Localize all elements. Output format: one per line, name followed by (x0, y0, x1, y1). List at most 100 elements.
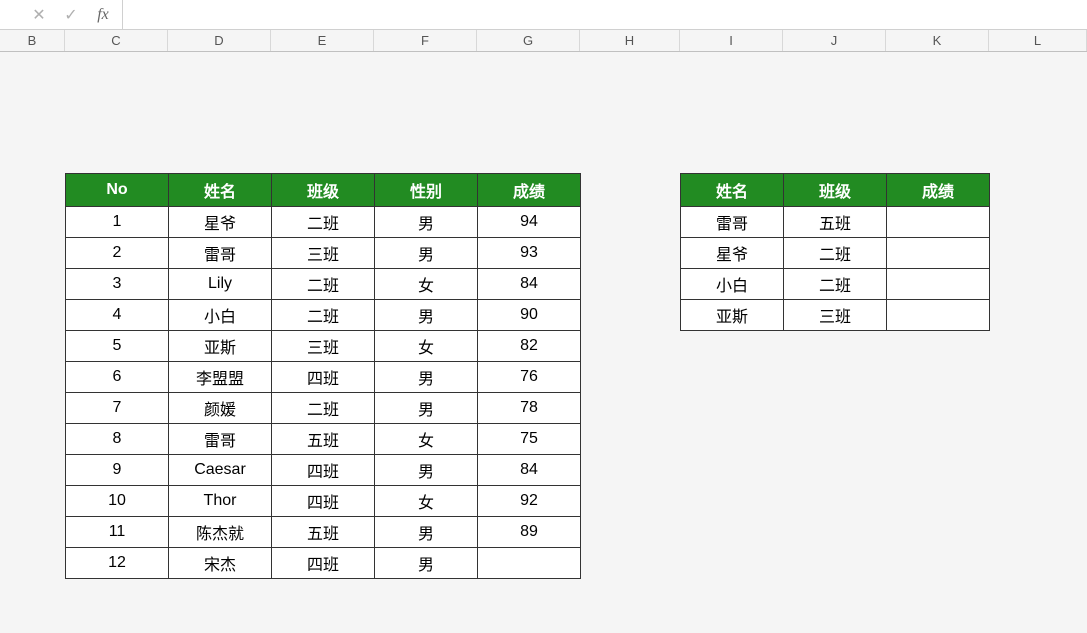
table-cell[interactable]: 五班 (784, 207, 887, 238)
table-cell[interactable]: 10 (66, 486, 169, 517)
table-cell[interactable]: 二班 (272, 207, 375, 238)
table-cell[interactable]: 雷哥 (169, 424, 272, 455)
table-cell[interactable]: 三班 (272, 238, 375, 269)
column-header-B[interactable]: B (0, 30, 65, 51)
table-cell[interactable]: 小白 (681, 269, 784, 300)
table-cell[interactable]: 3 (66, 269, 169, 300)
table-column-header[interactable]: 成绩 (478, 174, 581, 207)
column-header-G[interactable]: G (477, 30, 580, 51)
table-column-header[interactable]: 班级 (272, 174, 375, 207)
table-cell[interactable]: 2 (66, 238, 169, 269)
table-cell[interactable]: 五班 (272, 424, 375, 455)
table-cell[interactable]: 93 (478, 238, 581, 269)
table-cell[interactable]: 二班 (784, 238, 887, 269)
table-cell[interactable]: 男 (375, 517, 478, 548)
table-cell[interactable]: 94 (478, 207, 581, 238)
table-cell[interactable]: 男 (375, 300, 478, 331)
table-cell[interactable]: 星爷 (169, 207, 272, 238)
table-cell[interactable]: 8 (66, 424, 169, 455)
table-cell[interactable]: 陈杰就 (169, 517, 272, 548)
table-cell[interactable]: 李盟盟 (169, 362, 272, 393)
table-cell[interactable]: 女 (375, 331, 478, 362)
table-cell[interactable] (478, 548, 581, 579)
table-cell[interactable]: 7 (66, 393, 169, 424)
sheet-area[interactable]: No姓名班级性别成绩 1星爷二班男942雷哥三班男933Lily二班女844小白… (0, 52, 1087, 633)
table-cell[interactable]: 雷哥 (681, 207, 784, 238)
table-cell[interactable]: 星爷 (681, 238, 784, 269)
table-cell[interactable]: 亚斯 (169, 331, 272, 362)
table-cell[interactable]: 五班 (272, 517, 375, 548)
table-cell[interactable] (887, 207, 990, 238)
table-cell[interactable]: 二班 (272, 269, 375, 300)
column-header-C[interactable]: C (65, 30, 168, 51)
table-column-header[interactable]: 班级 (784, 174, 887, 207)
table-cell[interactable]: 四班 (272, 362, 375, 393)
lookup-data-table[interactable]: 姓名班级成绩 雷哥五班星爷二班小白二班亚斯三班 (680, 173, 990, 331)
table-cell[interactable]: 二班 (784, 269, 887, 300)
table-cell[interactable]: 宋杰 (169, 548, 272, 579)
table-cell[interactable]: Lily (169, 269, 272, 300)
table-cell[interactable] (887, 238, 990, 269)
table-cell[interactable]: 92 (478, 486, 581, 517)
table-cell[interactable]: 男 (375, 455, 478, 486)
table-cell[interactable]: 6 (66, 362, 169, 393)
table-cell[interactable] (887, 300, 990, 331)
table-cell[interactable]: 90 (478, 300, 581, 331)
table-cell[interactable]: 11 (66, 517, 169, 548)
table-cell[interactable]: 四班 (272, 455, 375, 486)
table-cell[interactable]: 9 (66, 455, 169, 486)
table-row: 2雷哥三班男93 (66, 238, 581, 269)
table-cell[interactable]: Caesar (169, 455, 272, 486)
table-column-header[interactable]: 姓名 (681, 174, 784, 207)
table-cell[interactable]: 75 (478, 424, 581, 455)
table-cell[interactable]: 76 (478, 362, 581, 393)
column-header-H[interactable]: H (580, 30, 680, 51)
table-cell[interactable]: 12 (66, 548, 169, 579)
table-cell[interactable]: 三班 (784, 300, 887, 331)
table-cell[interactable]: 女 (375, 486, 478, 517)
table-cell[interactable]: 颜媛 (169, 393, 272, 424)
table-cell[interactable]: 男 (375, 362, 478, 393)
table-column-header[interactable]: No (66, 174, 169, 207)
table-cell[interactable]: 男 (375, 393, 478, 424)
column-header-K[interactable]: K (886, 30, 989, 51)
table-cell[interactable]: 84 (478, 455, 581, 486)
table-cell[interactable] (887, 269, 990, 300)
column-header-E[interactable]: E (271, 30, 374, 51)
table-cell[interactable]: Thor (169, 486, 272, 517)
table-column-header[interactable]: 性别 (375, 174, 478, 207)
table-cell[interactable]: 小白 (169, 300, 272, 331)
table-cell[interactable]: 四班 (272, 548, 375, 579)
main-data-table[interactable]: No姓名班级性别成绩 1星爷二班男942雷哥三班男933Lily二班女844小白… (65, 173, 581, 579)
table-cell[interactable]: 二班 (272, 393, 375, 424)
table-cell[interactable]: 亚斯 (681, 300, 784, 331)
table-cell[interactable]: 1 (66, 207, 169, 238)
column-header-J[interactable]: J (783, 30, 886, 51)
fx-icon[interactable]: fx (94, 6, 112, 24)
table-cell[interactable]: 二班 (272, 300, 375, 331)
table-cell[interactable]: 82 (478, 331, 581, 362)
table-cell[interactable]: 78 (478, 393, 581, 424)
column-header-L[interactable]: L (989, 30, 1087, 51)
table-cell[interactable]: 女 (375, 269, 478, 300)
formula-input[interactable] (123, 0, 1087, 29)
column-header-F[interactable]: F (374, 30, 477, 51)
column-header-I[interactable]: I (680, 30, 783, 51)
column-header-D[interactable]: D (168, 30, 271, 51)
table-cell[interactable]: 5 (66, 331, 169, 362)
table-cell[interactable]: 女 (375, 424, 478, 455)
table-cell[interactable]: 84 (478, 269, 581, 300)
table-cell[interactable]: 四班 (272, 486, 375, 517)
table-column-header[interactable]: 成绩 (887, 174, 990, 207)
table-cell[interactable]: 男 (375, 548, 478, 579)
table-cell[interactable]: 4 (66, 300, 169, 331)
table-cell[interactable]: 三班 (272, 331, 375, 362)
table-cell[interactable]: 89 (478, 517, 581, 548)
table-column-header[interactable]: 姓名 (169, 174, 272, 207)
table-cell[interactable]: 雷哥 (169, 238, 272, 269)
table-row: 10Thor四班女92 (66, 486, 581, 517)
table-cell[interactable]: 男 (375, 207, 478, 238)
cancel-icon[interactable]: ✕ (30, 5, 48, 25)
confirm-icon[interactable]: ✓ (62, 5, 80, 25)
table-cell[interactable]: 男 (375, 238, 478, 269)
